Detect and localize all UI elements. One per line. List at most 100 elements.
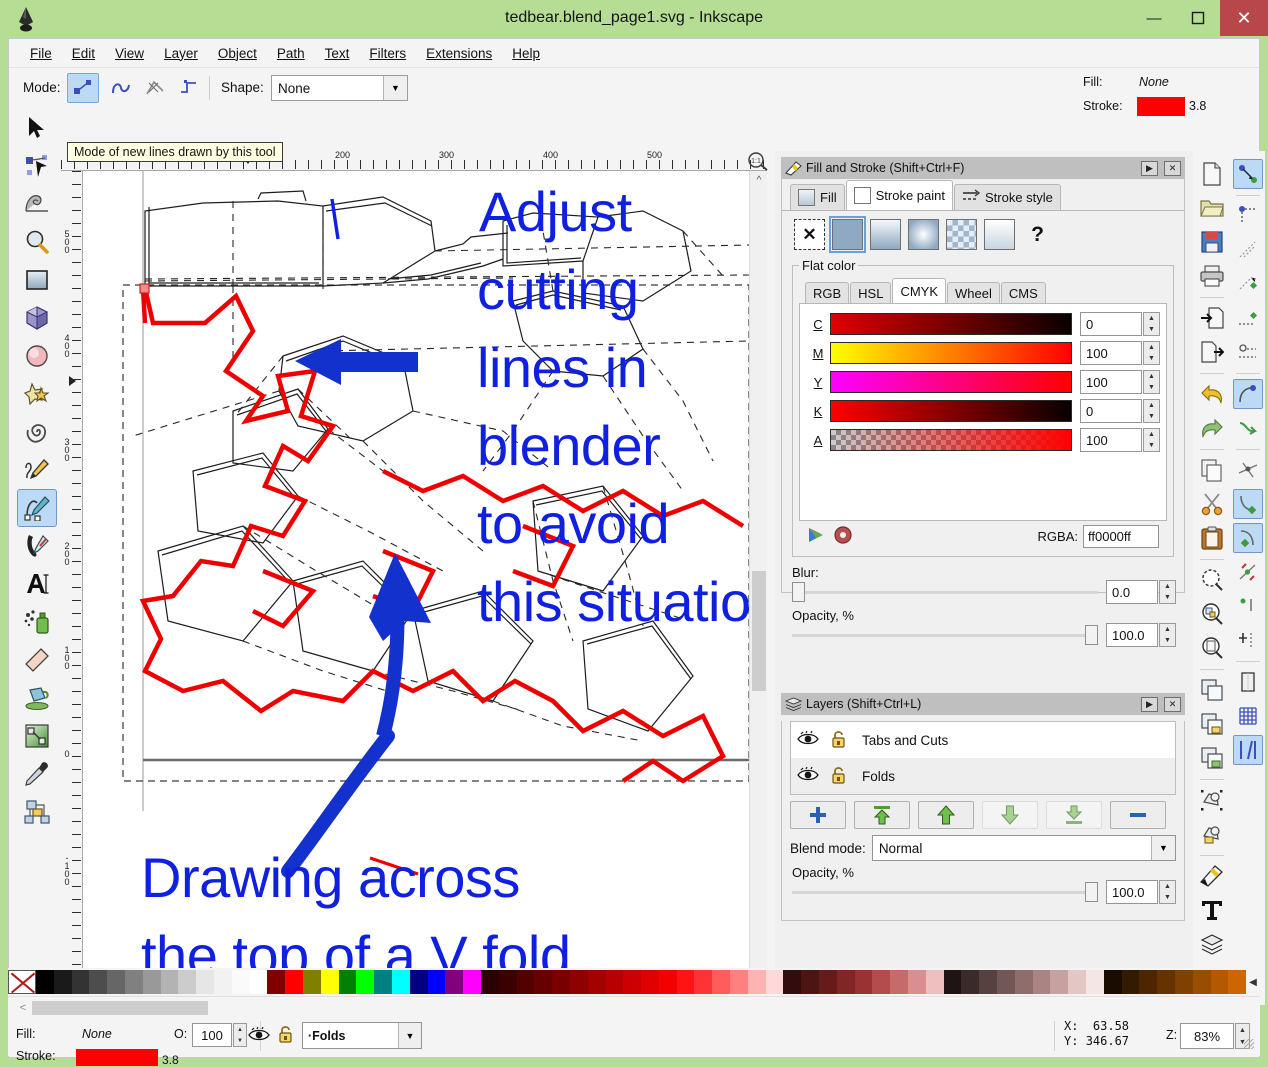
raise-to-top-button[interactable] — [854, 801, 910, 829]
canvas-vertical-scrollbar[interactable]: ^ ∨ — [749, 171, 767, 981]
dropper-tool[interactable] — [17, 755, 57, 793]
palette-swatch[interactable] — [1050, 970, 1069, 994]
bucket-fill-tool[interactable] — [17, 679, 57, 717]
save-document-button[interactable] — [1197, 227, 1227, 257]
palette-swatch[interactable] — [854, 970, 873, 994]
palette-swatch[interactable] — [1157, 970, 1175, 994]
fill-stroke-close-button[interactable]: ✕ — [1164, 160, 1181, 176]
palette-swatch[interactable] — [997, 970, 1015, 994]
channel-spinner-a[interactable]: ▲ ▼ — [1143, 428, 1160, 452]
paint-swatch-button[interactable] — [984, 219, 1015, 250]
paint-none-button[interactable]: ✕ — [794, 219, 825, 250]
bezier-pen-tool[interactable] — [17, 489, 57, 527]
stroke-to-path-button[interactable] — [1197, 819, 1227, 849]
channel-slider-m[interactable] — [830, 342, 1072, 364]
status-scroll-thumb[interactable] — [32, 1001, 208, 1015]
palette-swatch[interactable] — [979, 970, 998, 994]
eraser-tool[interactable] — [17, 641, 57, 679]
palette-swatch[interactable] — [534, 970, 553, 994]
palette-none-swatch[interactable] — [8, 970, 36, 994]
palette-swatch[interactable] — [1228, 970, 1246, 994]
rgba-input[interactable]: ff0000ff — [1083, 525, 1159, 548]
export-button[interactable] — [1197, 337, 1227, 367]
snap-bbox-edge-button[interactable] — [1233, 235, 1263, 265]
palette-swatch[interactable] — [267, 970, 286, 994]
palette-swatch[interactable] — [160, 970, 179, 994]
palette-swatch[interactable] — [53, 970, 72, 994]
calligraphy-tool[interactable] — [17, 527, 57, 565]
fs-opacity-value[interactable]: 100.0 — [1106, 623, 1158, 647]
cut-button[interactable] — [1197, 489, 1227, 519]
palette-swatch[interactable] — [320, 970, 339, 994]
spiral-tool[interactable] — [17, 413, 57, 451]
color-tab-wheel[interactable]: Wheel — [947, 282, 1000, 303]
menu-help[interactable]: Help — [503, 42, 549, 65]
snap-bbox-edge-midpoint-button[interactable] — [1233, 303, 1263, 333]
paint-linear-gradient-button[interactable] — [870, 219, 901, 250]
text-tool[interactable] — [17, 565, 57, 603]
delete-layer-button[interactable] — [1110, 801, 1166, 829]
palette-swatch[interactable] — [552, 970, 570, 994]
channel-spinner-y[interactable]: ▲ ▼ — [1143, 370, 1160, 394]
palette-swatch[interactable] — [124, 970, 143, 994]
unlock-icon[interactable] — [831, 766, 848, 787]
layer-opacity-spinner[interactable]: ▲ ▼ — [1159, 880, 1176, 904]
tab-stroke-paint[interactable]: Stroke paint — [845, 180, 953, 210]
snap-bounding-box-button[interactable] — [1233, 201, 1263, 231]
palette-swatch[interactable] — [819, 970, 837, 994]
ellipse-tool[interactable] — [17, 337, 57, 375]
menu-file[interactable]: File — [21, 42, 61, 65]
spiro-mode-button[interactable] — [105, 73, 137, 103]
star-tool[interactable] — [17, 375, 57, 413]
status-scroll[interactable]: < — [16, 1000, 1252, 1016]
palette-swatch[interactable] — [925, 970, 944, 994]
menu-text[interactable]: Text — [316, 42, 359, 65]
palette-swatch[interactable] — [961, 970, 980, 994]
palette-swatch[interactable] — [783, 970, 802, 994]
pencil-tool[interactable] — [17, 451, 57, 489]
add-layer-button[interactable] — [790, 801, 846, 829]
palette-swatch[interactable] — [391, 970, 410, 994]
palette-swatch[interactable] — [480, 970, 499, 994]
snap-nodes-paths-button[interactable] — [1233, 379, 1263, 409]
layers-dialog-button[interactable] — [1197, 929, 1227, 959]
menu-view[interactable]: View — [106, 42, 153, 65]
channel-slider-k[interactable] — [830, 400, 1072, 422]
palette-swatch[interactable] — [1086, 970, 1104, 994]
tab-fill[interactable]: Fill — [790, 184, 845, 210]
palette-swatch[interactable] — [801, 970, 820, 994]
3dbox-tool[interactable] — [17, 299, 57, 337]
resize-grip[interactable] — [1244, 1039, 1254, 1049]
palette-swatch[interactable] — [231, 970, 250, 994]
palette-swatch[interactable] — [712, 970, 731, 994]
channel-slider-c[interactable] — [830, 313, 1072, 335]
menu-edit[interactable]: Edit — [63, 42, 104, 65]
palette-swatch[interactable] — [765, 970, 784, 994]
redo-button[interactable] — [1197, 413, 1227, 443]
fs-opacity-spinner[interactable]: ▲ ▼ — [1159, 623, 1176, 647]
duplicate-button[interactable] — [1197, 675, 1227, 705]
snap-grid-button[interactable] — [1233, 701, 1263, 731]
menu-filters[interactable]: Filters — [360, 42, 415, 65]
layer-opacity-slider[interactable] — [792, 881, 1098, 903]
palette-swatch[interactable] — [409, 970, 428, 994]
status-eye-icon[interactable] — [248, 1026, 270, 1045]
vscroll-thumb[interactable] — [752, 571, 766, 691]
table-row[interactable]: Folds — [791, 758, 1175, 794]
tweak-tool[interactable] — [17, 185, 57, 223]
print-button[interactable] — [1197, 261, 1227, 291]
palette-swatch[interactable] — [463, 970, 481, 994]
snap-rotation-center-button[interactable] — [1233, 625, 1263, 655]
paint-unknown-button[interactable]: ? — [1022, 219, 1053, 250]
snap-midpoint-button[interactable] — [1233, 557, 1263, 587]
palette-swatch[interactable] — [302, 970, 321, 994]
palette-swatch[interactable] — [890, 970, 909, 994]
menu-object[interactable]: Object — [209, 42, 266, 65]
palette-swatch[interactable] — [213, 970, 232, 994]
color-tab-rgb[interactable]: RGB — [805, 282, 850, 303]
zoom-page-button[interactable] — [1197, 633, 1227, 663]
channel-value-c[interactable]: 0 — [1080, 312, 1142, 336]
import-button[interactable] — [1197, 303, 1227, 333]
status-stroke-swatch[interactable] — [76, 1049, 158, 1066]
blur-value[interactable]: 0.0 — [1106, 580, 1158, 604]
